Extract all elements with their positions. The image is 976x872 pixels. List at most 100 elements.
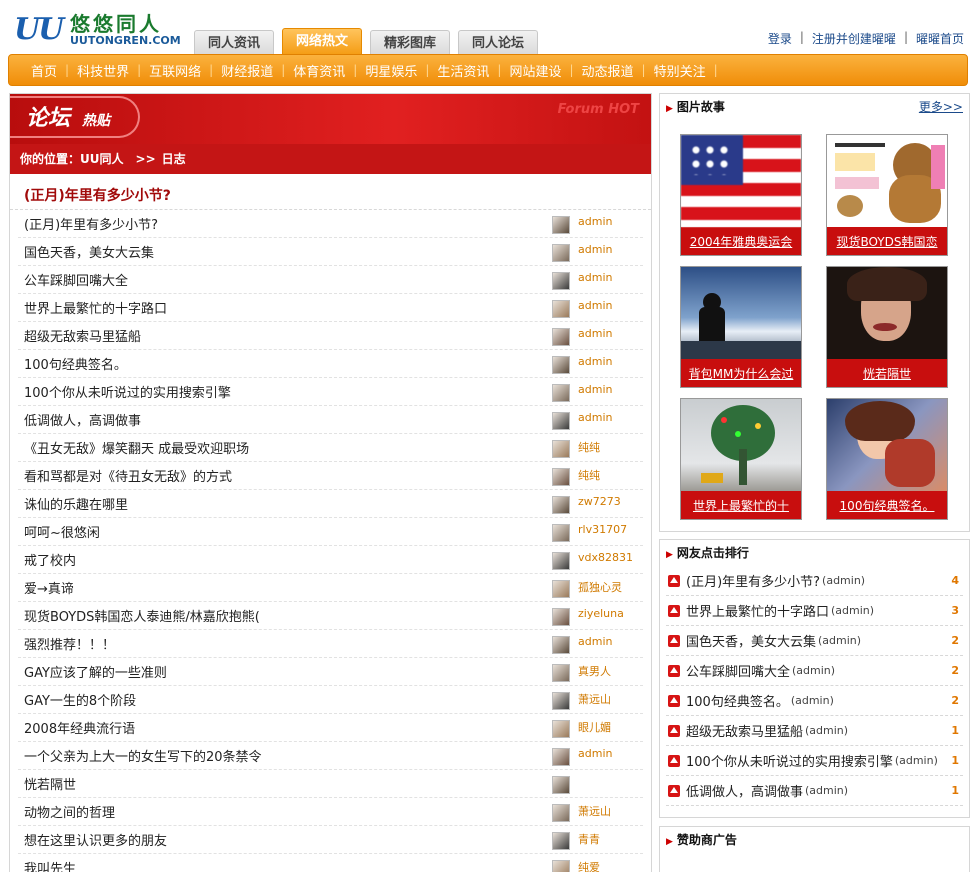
post-title-link[interactable]: 公车踩脚回嘴大全 <box>24 270 128 289</box>
avatar-icon[interactable] <box>552 552 570 570</box>
post-author-link[interactable]: zw7273 <box>578 495 621 508</box>
avatar-icon[interactable] <box>552 272 570 290</box>
avatar-icon[interactable] <box>552 216 570 234</box>
avatar-icon[interactable] <box>552 580 570 598</box>
ranking-title-link[interactable]: 公车踩脚回嘴大全 <box>686 661 790 680</box>
avatar-icon[interactable] <box>552 440 570 458</box>
nav-item[interactable]: 首页 <box>23 61 65 80</box>
post-author-link[interactable]: admin <box>578 271 612 284</box>
post-author-link[interactable]: 真男人 <box>578 663 611 679</box>
avatar-icon[interactable] <box>552 244 570 262</box>
avatar-icon[interactable] <box>552 832 570 850</box>
ranking-title-link[interactable]: 国色天香，美女大云集 <box>686 631 816 650</box>
ranking-title-link[interactable]: 低调做人，高调做事 <box>686 781 803 800</box>
avatar-icon[interactable] <box>552 692 570 710</box>
post-title-link[interactable]: GAY一生的8个阶段 <box>24 690 136 709</box>
post-author-link[interactable]: rlv31707 <box>578 523 627 536</box>
post-author-link[interactable]: vdx82831 <box>578 551 633 564</box>
avatar-icon[interactable] <box>552 328 570 346</box>
post-author-link[interactable]: 青青 <box>578 831 600 847</box>
post-author-link[interactable]: admin <box>578 747 612 760</box>
post-title-link[interactable]: 100个你从未听说过的实用搜索引擎 <box>24 382 231 401</box>
home-link[interactable]: 曜曜首页 <box>916 30 964 47</box>
post-author-link[interactable]: admin <box>578 215 612 228</box>
ranking-title-link[interactable]: 世界上最繁忙的十字路口 <box>686 601 829 620</box>
nav-item[interactable]: 动态报道 <box>574 61 642 80</box>
avatar-icon[interactable] <box>552 664 570 682</box>
post-author-link[interactable]: admin <box>578 243 612 256</box>
avatar-icon[interactable] <box>552 300 570 318</box>
avatar-icon[interactable] <box>552 384 570 402</box>
ranking-title-link[interactable]: 100句经典签名。 <box>686 691 789 710</box>
post-author-link[interactable]: 纯纯 <box>578 467 600 483</box>
avatar-icon[interactable] <box>552 860 570 872</box>
post-author-link[interactable]: ziyeluna <box>578 607 624 620</box>
post-title-link[interactable]: (正月)年里有多少小节? <box>24 214 158 233</box>
picture-item[interactable]: 背包MM为什么会过 <box>680 266 802 388</box>
post-author-link[interactable]: 孤独心灵 <box>578 579 622 595</box>
post-author-link[interactable]: admin <box>578 635 612 648</box>
post-title-link[interactable]: 爱→真谛 <box>24 578 74 597</box>
ranking-title-link[interactable]: 超级无敌索马里猛船 <box>686 721 803 740</box>
post-title-link[interactable]: 动物之间的哲理 <box>24 802 115 821</box>
avatar-icon[interactable] <box>552 636 570 654</box>
avatar-icon[interactable] <box>552 524 570 542</box>
nav-item[interactable]: 体育资讯 <box>285 61 353 80</box>
post-title-link[interactable]: 现货BOYDS韩国恋人泰迪熊/林嘉欣抱熊( <box>24 606 260 625</box>
post-author-link[interactable]: 萧远山 <box>578 691 611 707</box>
avatar-icon[interactable] <box>552 720 570 738</box>
post-title-link[interactable]: 国色天香，美女大云集 <box>24 242 154 261</box>
avatar-icon[interactable] <box>552 468 570 486</box>
avatar-icon[interactable] <box>552 412 570 430</box>
site-logo[interactable]: UU 悠悠同人 UUTONGREN.COM <box>14 8 184 52</box>
more-link[interactable]: 更多>> <box>919 94 963 120</box>
avatar-icon[interactable] <box>552 608 570 626</box>
avatar-icon[interactable] <box>552 356 570 374</box>
avatar-icon[interactable] <box>552 804 570 822</box>
post-title-link[interactable]: 诛仙的乐趣在哪里 <box>24 494 128 513</box>
post-author-link[interactable]: admin <box>578 383 612 396</box>
picture-item[interactable]: 2004年雅典奥运会 <box>680 134 802 256</box>
post-title-link[interactable]: 戒了校内 <box>24 550 76 569</box>
nav-item[interactable]: 特别关注 <box>646 61 714 80</box>
nav-item[interactable]: 生活资讯 <box>429 61 497 80</box>
post-title-link[interactable]: 100句经典签名。 <box>24 354 127 373</box>
post-title-link[interactable]: 强烈推荐！！！ <box>24 634 115 653</box>
avatar-icon[interactable] <box>552 748 570 766</box>
avatar-icon[interactable] <box>552 776 570 794</box>
breadcrumb-site[interactable]: UU同人 <box>80 144 124 174</box>
post-author-link[interactable]: admin <box>578 411 612 424</box>
post-title-link[interactable]: 世界上最繁忙的十字路口 <box>24 298 167 317</box>
post-author-link[interactable]: admin <box>578 327 612 340</box>
post-author-link[interactable]: admin <box>578 355 612 368</box>
login-link[interactable]: 登录 <box>768 30 792 47</box>
nav-item[interactable]: 科技世界 <box>69 61 137 80</box>
register-link[interactable]: 注册并创建曜曜 <box>812 30 896 47</box>
nav-item[interactable]: 互联网络 <box>141 61 209 80</box>
post-title-link[interactable]: 一个父亲为上大一的女生写下的20条禁令 <box>24 746 262 765</box>
avatar-icon[interactable] <box>552 496 570 514</box>
post-title-link[interactable]: 超级无敌索马里猛船 <box>24 326 141 345</box>
post-title-link[interactable]: 我叫先生 <box>24 858 76 872</box>
post-author-link[interactable]: 萧远山 <box>578 803 611 819</box>
ranking-title-link[interactable]: 100个你从未听说过的实用搜索引擎 <box>686 751 893 770</box>
post-author-link[interactable]: 纯爱 <box>578 859 600 872</box>
post-author-link[interactable]: 纯纯 <box>578 439 600 455</box>
tab-tongren-news[interactable]: 同人资讯 <box>194 30 274 56</box>
nav-item[interactable]: 网站建设 <box>501 61 569 80</box>
picture-item[interactable]: 世界上最繁忙的十 <box>680 398 802 520</box>
post-title-link[interactable]: 呵呵~很悠闲 <box>24 522 100 541</box>
post-author-link[interactable]: 眼儿媚 <box>578 719 611 735</box>
post-title-link[interactable]: GAY应该了解的一些准则 <box>24 662 167 681</box>
post-title-link[interactable]: 《丑女无敌》爆笑翻天 成最受欢迎职场 <box>24 438 249 457</box>
post-author-link[interactable]: admin <box>578 299 612 312</box>
picture-item[interactable]: 恍若隔世 <box>826 266 948 388</box>
post-title-link[interactable]: 想在这里认识更多的朋友 <box>24 830 167 849</box>
nav-item[interactable]: 财经报道 <box>213 61 281 80</box>
post-title-link[interactable]: 2008年经典流行语 <box>24 718 135 737</box>
tab-hot-articles[interactable]: 网络热文 <box>282 28 362 56</box>
tab-gallery[interactable]: 精彩图库 <box>370 30 450 56</box>
ranking-title-link[interactable]: (正月)年里有多少小节? <box>686 571 820 590</box>
nav-item[interactable]: 明星娱乐 <box>357 61 425 80</box>
post-title-link[interactable]: 恍若隔世 <box>24 774 76 793</box>
